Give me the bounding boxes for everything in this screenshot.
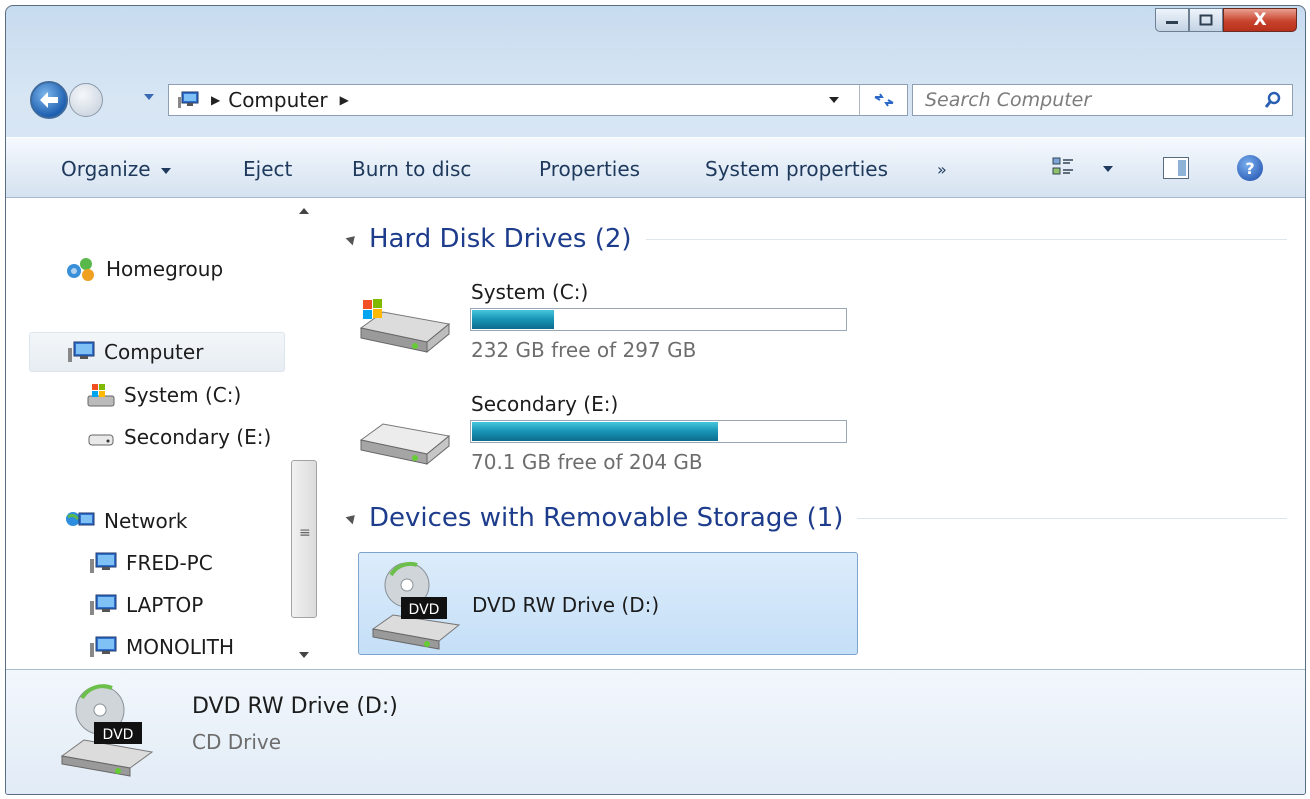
group-title: Devices with Removable Storage (1) xyxy=(369,503,844,533)
nav-label: FRED-PC xyxy=(126,551,213,575)
title-bar[interactable]: X xyxy=(6,6,1305,66)
nav-item-network[interactable]: Network xyxy=(64,506,188,536)
capacity-bar xyxy=(470,420,847,443)
recent-pages-dropdown-icon[interactable] xyxy=(144,94,154,100)
computer-icon xyxy=(178,91,199,108)
network-icon xyxy=(66,512,95,526)
capacity-bar-fill xyxy=(472,310,555,329)
drive-item-dvd[interactable]: DVD DVD RW Drive (D:) xyxy=(358,552,858,655)
drive-free-space: 70.1 GB free of 204 GB xyxy=(471,450,703,474)
search-box[interactable] xyxy=(912,84,1293,116)
help-button[interactable]: ? xyxy=(1237,155,1263,181)
group-divider xyxy=(857,517,1287,519)
group-header-hard-disk-drives[interactable]: Hard Disk Drives (2) xyxy=(345,224,1287,254)
view-options-dropdown-icon[interactable] xyxy=(1103,166,1113,172)
dvd-badge: DVD xyxy=(103,727,134,743)
details-pane: DVD DVD RW Drive (D:) CD Drive xyxy=(6,669,1305,794)
drive-name: DVD RW Drive (D:) xyxy=(472,593,660,617)
nav-label: Network xyxy=(104,509,188,533)
address-bar[interactable]: ▶ Computer ▶ xyxy=(168,84,908,116)
help-icon: ? xyxy=(1245,158,1255,178)
system-drive-icon xyxy=(359,299,451,354)
file-list: Hard Disk Drives (2) System (C:) 232 GB … xyxy=(323,198,1305,669)
nav-item-homegroup[interactable]: Homegroup xyxy=(64,254,223,284)
drive-free-space: 232 GB free of 297 GB xyxy=(471,338,697,362)
nav-item-network-pc[interactable]: LAPTOP xyxy=(86,590,203,620)
eject-button[interactable]: Eject xyxy=(243,157,292,181)
scroll-thumb[interactable] xyxy=(291,460,317,618)
explorer-window: X ▶ Computer ▶ Organize Eject Burn to di… xyxy=(5,5,1306,795)
close-icon: X xyxy=(1253,10,1267,30)
close-button[interactable]: X xyxy=(1223,8,1297,32)
group-divider xyxy=(645,238,1287,240)
dvd-drive-icon: DVD xyxy=(371,561,461,650)
nav-scrollbar[interactable] xyxy=(288,198,322,669)
system-drive-icon xyxy=(87,384,115,407)
search-icon[interactable] xyxy=(1264,91,1282,109)
system-properties-button[interactable]: System properties xyxy=(705,157,888,181)
nav-label: Computer xyxy=(104,340,204,364)
computer-icon xyxy=(68,341,95,362)
nav-label: LAPTOP xyxy=(126,593,204,617)
dvd-badge: DVD xyxy=(409,602,440,618)
maximize-icon xyxy=(1199,14,1213,26)
refresh-button[interactable] xyxy=(859,85,907,115)
forward-button[interactable] xyxy=(69,83,103,117)
capacity-bar-fill xyxy=(472,422,719,441)
window-controls: X xyxy=(1155,8,1297,32)
nav-item-network-pc[interactable]: MONOLITH xyxy=(86,632,234,662)
collapse-icon[interactable] xyxy=(345,511,359,525)
details-item-name: DVD RW Drive (D:) xyxy=(192,694,398,719)
burn-to-disc-button[interactable]: Burn to disc xyxy=(352,157,471,181)
breadcrumb-separator-trailing[interactable]: ▶ xyxy=(340,93,349,107)
details-item-type: CD Drive xyxy=(192,730,282,754)
nav-label: MONOLITH xyxy=(126,635,234,659)
group-title: Hard Disk Drives (2) xyxy=(369,224,632,254)
command-bar: Organize Eject Burn to disc Properties S… xyxy=(6,137,1305,198)
properties-button[interactable]: Properties xyxy=(539,157,640,181)
scroll-up-icon[interactable] xyxy=(299,208,309,214)
nav-item-network-pc[interactable]: FRED-PC xyxy=(86,548,213,578)
nav-item-computer[interactable]: Computer xyxy=(64,337,203,367)
back-arrow-icon xyxy=(40,92,58,108)
organize-button[interactable]: Organize xyxy=(61,157,171,181)
navigation-pane: Homegroup Computer System (C:) Secondary… xyxy=(6,198,322,669)
back-button[interactable] xyxy=(30,81,68,119)
nav-item-system-drive[interactable]: System (C:) xyxy=(86,380,241,410)
nav-label: System (C:) xyxy=(124,383,242,407)
drive-name: System (C:) xyxy=(471,280,589,304)
nav-label: Secondary (E:) xyxy=(124,425,272,449)
minimize-button[interactable] xyxy=(1155,8,1189,32)
nav-label: Homegroup xyxy=(106,257,224,281)
scroll-down-icon[interactable] xyxy=(299,652,309,658)
collapse-icon[interactable] xyxy=(345,232,359,246)
breadcrumb-separator[interactable]: ▶ xyxy=(211,93,220,107)
more-commands-button[interactable]: » xyxy=(937,160,947,179)
homegroup-icon xyxy=(67,258,94,281)
nav-item-secondary-drive[interactable]: Secondary (E:) xyxy=(86,422,271,452)
breadcrumb-computer[interactable]: Computer xyxy=(228,88,327,112)
change-view-icon[interactable] xyxy=(1052,156,1074,178)
hard-drive-icon xyxy=(359,423,451,466)
navigation-row: ▶ Computer ▶ xyxy=(6,76,1305,119)
computer-icon xyxy=(90,636,117,657)
hard-drive-icon xyxy=(88,434,114,446)
address-dropdown-icon[interactable] xyxy=(829,97,839,103)
computer-icon xyxy=(90,594,117,615)
capacity-bar xyxy=(470,308,847,331)
search-input[interactable] xyxy=(925,88,1245,112)
main-area: Homegroup Computer System (C:) Secondary… xyxy=(6,198,1305,669)
computer-icon xyxy=(90,552,117,573)
refresh-icon xyxy=(873,93,894,107)
maximize-button[interactable] xyxy=(1189,8,1223,32)
minimize-icon xyxy=(1166,21,1178,24)
drive-name: Secondary (E:) xyxy=(471,392,619,416)
dvd-drive-icon: DVD xyxy=(60,684,154,777)
group-header-removable-storage[interactable]: Devices with Removable Storage (1) xyxy=(345,503,1287,533)
preview-pane-icon[interactable] xyxy=(1163,157,1189,179)
